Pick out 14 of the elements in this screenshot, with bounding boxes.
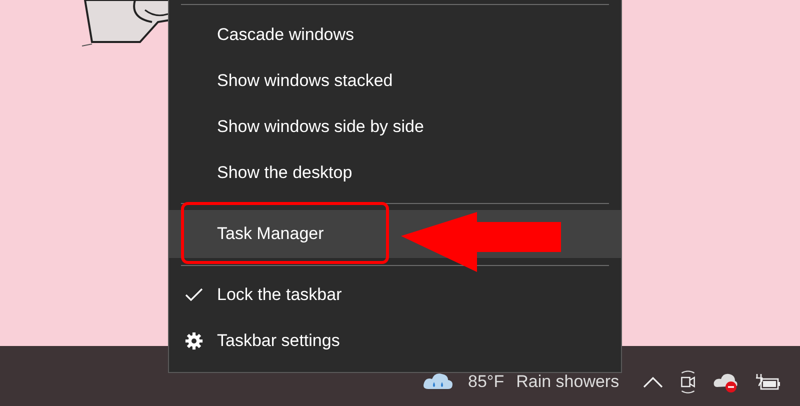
temperature[interactable]: 85°F [468,372,504,392]
menu-item[interactable]: Cascade windows [169,12,621,58]
cloud-icon[interactable] [713,371,740,393]
battery-charging-icon[interactable] [755,372,782,392]
chevron-up-icon[interactable] [643,376,664,388]
weather-condition[interactable]: Rain showers [516,372,620,392]
menu-item[interactable]: Taskbar settings [169,318,621,364]
checkmark-icon [185,288,203,302]
menu-item[interactable]: Show the desktop [169,150,621,196]
menu-item[interactable]: Show windows side by side [169,104,621,150]
camera-icon[interactable] [679,370,698,394]
settings-icon [185,332,203,350]
menu-item[interactable]: Lock the taskbar [169,272,621,318]
menu-item[interactable]: Show windows stacked [169,58,621,104]
